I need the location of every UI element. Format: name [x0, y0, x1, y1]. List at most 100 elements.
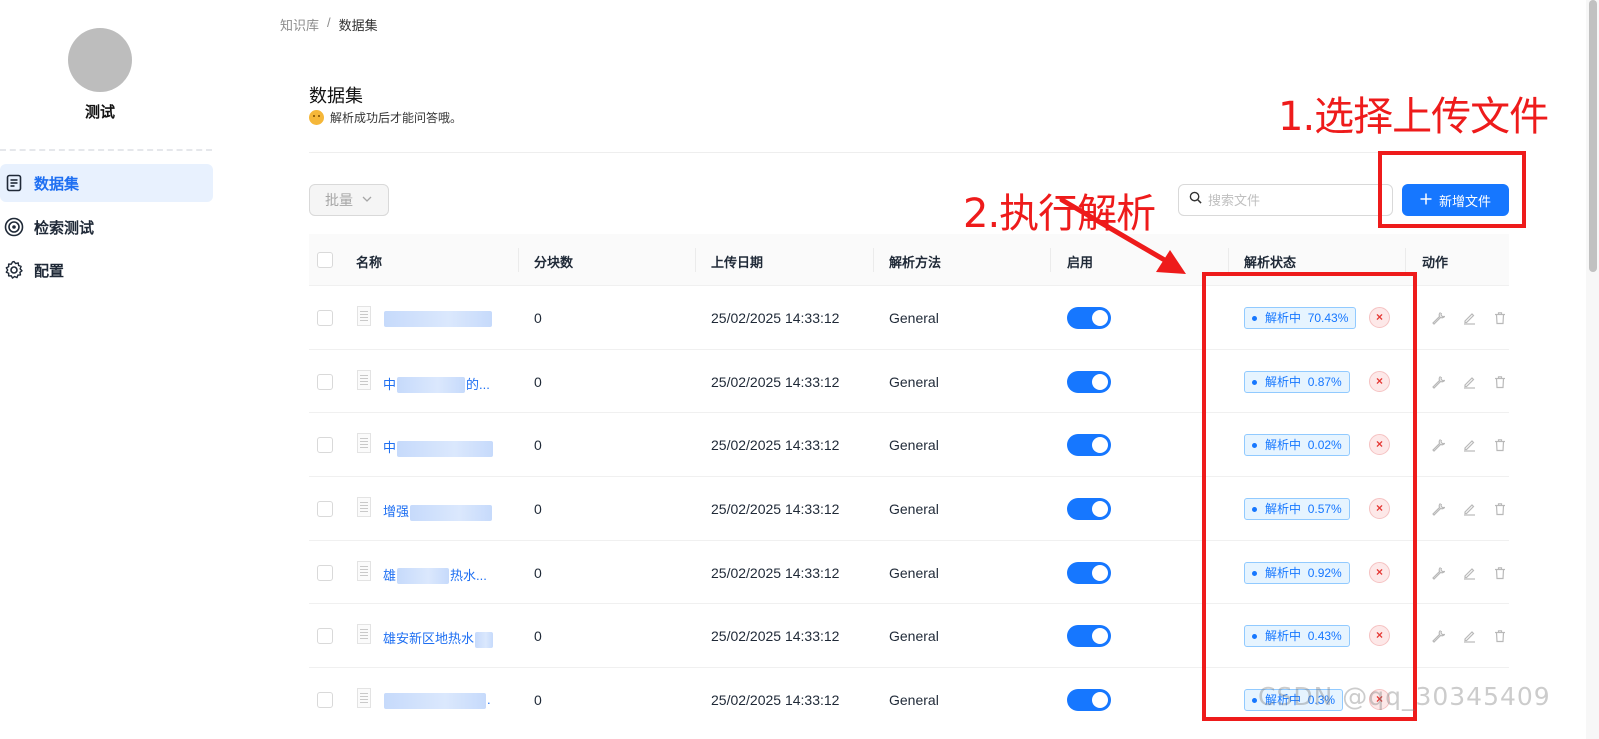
breadcrumb-separator: /	[327, 15, 331, 30]
file-thumbnail-icon	[357, 560, 371, 581]
gear-icon	[4, 260, 24, 280]
file-name-link[interactable]: 增强	[383, 501, 493, 521]
delete-icon[interactable]	[1492, 565, 1508, 581]
parse-method: General	[889, 373, 939, 390]
file-name-link[interactable]: 中	[383, 437, 494, 457]
row-checkbox[interactable]	[317, 437, 333, 454]
column-header-name[interactable]: 名称	[356, 252, 382, 271]
file-thumbnail-icon	[357, 369, 371, 390]
chunk-count: 0	[534, 501, 542, 518]
enable-toggle[interactable]	[1067, 370, 1111, 393]
column-divider	[1228, 248, 1229, 272]
search-field[interactable]	[1178, 184, 1393, 216]
delete-icon[interactable]	[1492, 310, 1508, 326]
delete-icon[interactable]	[1492, 374, 1508, 390]
knowledge-base-name: 测试	[84, 104, 115, 121]
delete-icon[interactable]	[1492, 437, 1508, 453]
file-name-link[interactable]: 中的...	[383, 374, 490, 394]
redacted-text	[475, 632, 494, 648]
sidebar-item-dataset[interactable]: 数据集	[0, 164, 213, 202]
page-title: 数据集	[309, 86, 363, 106]
bulk-label: 批量	[325, 192, 353, 208]
row-checkbox[interactable]	[317, 373, 333, 390]
upload-date: 25/02/2025 14:33:12	[711, 564, 840, 581]
target-icon	[4, 217, 24, 237]
file-name-link[interactable]	[383, 310, 493, 327]
parse-method: General	[889, 692, 939, 709]
wrench-icon[interactable]	[1430, 374, 1446, 390]
chunk-count: 0	[534, 437, 542, 454]
row-checkbox[interactable]	[317, 628, 333, 645]
wrench-icon[interactable]	[1430, 501, 1446, 517]
file-thumbnail-icon	[357, 497, 371, 518]
select-all-checkbox[interactable]	[317, 252, 333, 268]
chunk-count: 0	[534, 692, 542, 709]
enable-toggle[interactable]	[1067, 625, 1111, 648]
column-header-enabled[interactable]: 启用	[1067, 252, 1093, 271]
sidebar-item-label: 检索测试	[34, 219, 95, 237]
redacted-text	[384, 310, 492, 327]
upload-date: 25/02/2025 14:33:12	[711, 628, 840, 645]
edit-icon[interactable]	[1461, 628, 1477, 644]
column-divider	[873, 248, 874, 272]
enable-toggle[interactable]	[1067, 689, 1111, 712]
sidebar: 测试 数据集 检索测试 配置	[0, 0, 220, 739]
upload-date: 25/02/2025 14:33:12	[711, 692, 840, 709]
wrench-icon[interactable]	[1430, 628, 1446, 644]
sidebar-item-label: 数据集	[34, 175, 80, 193]
row-checkbox[interactable]	[317, 564, 333, 581]
edit-icon[interactable]	[1461, 565, 1477, 581]
row-checkbox[interactable]	[317, 692, 333, 709]
column-header-chunks[interactable]: 分块数	[534, 252, 573, 271]
sidebar-item-config[interactable]: 配置	[0, 251, 213, 289]
chevron-down-icon	[361, 192, 373, 208]
enable-toggle[interactable]	[1067, 498, 1111, 521]
parse-method: General	[889, 628, 939, 645]
edit-icon[interactable]	[1461, 501, 1477, 517]
redacted-text	[397, 568, 450, 585]
redacted-text	[410, 504, 493, 521]
upload-date: 25/02/2025 14:33:12	[711, 373, 840, 390]
enable-toggle[interactable]	[1067, 307, 1111, 329]
wrench-icon[interactable]	[1430, 437, 1446, 453]
breadcrumb-parent[interactable]: 知识库	[280, 15, 319, 34]
column-divider	[518, 248, 519, 272]
row-checkbox[interactable]	[317, 501, 333, 518]
column-header-upload-date[interactable]: 上传日期	[711, 252, 763, 271]
column-divider	[1050, 248, 1051, 272]
watermark: CSDN @qq_30345409	[1258, 682, 1551, 711]
column-header-parse-status[interactable]: 解析状态	[1244, 252, 1296, 271]
wrench-icon[interactable]	[1430, 565, 1446, 581]
breadcrumb-current: 数据集	[338, 18, 378, 33]
file-name-link[interactable]: .	[383, 692, 491, 709]
parse-method: General	[889, 564, 939, 581]
delete-icon[interactable]	[1492, 501, 1508, 517]
search-input[interactable]	[1208, 192, 1378, 208]
scrollbar-thumb[interactable]	[1589, 0, 1597, 272]
upload-date: 25/02/2025 14:33:12	[711, 310, 840, 326]
edit-icon[interactable]	[1461, 310, 1477, 326]
column-divider	[1405, 248, 1406, 272]
enable-toggle[interactable]	[1067, 434, 1111, 457]
delete-icon[interactable]	[1492, 628, 1508, 644]
page-scrollbar[interactable]	[1586, 0, 1599, 739]
wrench-icon[interactable]	[1430, 310, 1446, 326]
edit-icon[interactable]	[1461, 437, 1477, 453]
header-divider	[309, 152, 1509, 153]
sidebar-item-retrieval-test[interactable]: 检索测试	[0, 208, 213, 246]
smile-emoji-icon	[309, 110, 324, 125]
sidebar-divider	[0, 149, 212, 151]
redacted-text	[397, 440, 494, 457]
file-name-link[interactable]: 雄热水...	[383, 565, 487, 585]
enable-toggle[interactable]	[1067, 561, 1111, 584]
document-icon	[4, 173, 24, 193]
column-header-parse-method[interactable]: 解析方法	[889, 252, 941, 271]
file-name-link[interactable]: 雄安新区地热水	[383, 628, 494, 648]
row-checkbox[interactable]	[317, 310, 333, 326]
upload-date: 25/02/2025 14:33:12	[711, 437, 840, 454]
file-thumbnail-icon	[357, 306, 371, 326]
bulk-actions-button[interactable]: 批量	[309, 184, 389, 216]
chunk-count: 0	[534, 310, 542, 326]
breadcrumb: 知识库 / 数据集	[280, 15, 378, 34]
edit-icon[interactable]	[1461, 374, 1477, 390]
